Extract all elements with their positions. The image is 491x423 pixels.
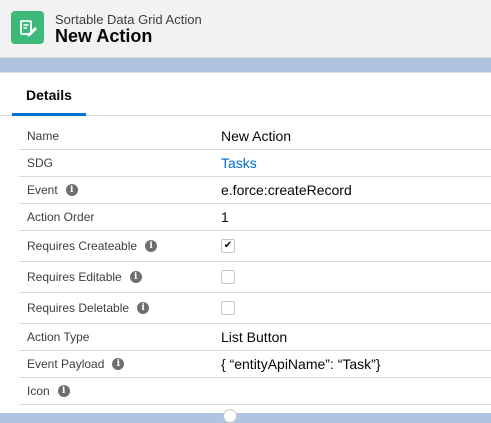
field-list: Name New Action SDG Tasks Event i e.force… [19,123,491,405]
field-row-action-type: Action Type List Button [19,324,491,351]
field-value-requires-deletable [221,293,235,323]
field-value-action-order: 1 [221,209,229,225]
tab-bar: Details [0,73,491,116]
field-label: Action Order [27,210,95,224]
field-row-requires-createable: Requires Createable i ✔ [19,231,491,262]
details-card: Details Name New Action SDG Tasks Event i… [0,72,491,413]
field-row-action-order: Action Order 1 [19,204,491,231]
field-label: Action Type [27,330,90,344]
field-label: Requires Editable i [27,262,142,292]
page-background-band [0,58,491,72]
checkbox-partial-offscreen [223,409,237,423]
field-row-icon: Icon i [19,378,491,405]
field-value-event: e.force:createRecord [221,182,352,198]
info-icon[interactable]: i [112,358,125,370]
field-label: Requires Createable i [27,231,158,261]
sdg-link[interactable]: Tasks [221,150,257,176]
field-row-requires-deletable: Requires Deletable i [19,293,491,324]
info-icon[interactable]: i [137,302,150,314]
field-value-requires-editable [221,262,235,292]
field-label: SDG [27,156,54,170]
field-row-sdg: SDG Tasks [19,150,491,177]
field-label: Event i [27,177,78,203]
record-title: New Action [55,26,153,46]
field-label: Name [27,129,60,143]
checkbox-unchecked [221,270,235,284]
field-label: Event Payload i [27,351,125,377]
object-type-label: Sortable Data Grid Action [55,12,202,27]
checkbox-unchecked [221,301,235,315]
info-icon[interactable]: i [57,385,70,397]
field-value-action-type: List Button [221,329,288,345]
info-icon[interactable]: i [145,240,158,252]
info-icon[interactable]: i [129,271,142,283]
field-value-event-payload: { “entityApiName”: “Task”} [221,356,381,372]
record-header: Sortable Data Grid Action New Action [0,0,491,58]
field-row-name: Name New Action [19,123,491,150]
field-row-requires-editable: Requires Editable i [19,262,491,293]
field-row-event: Event i e.force:createRecord [19,177,491,204]
info-icon[interactable]: i [65,184,78,196]
field-label: Icon i [27,378,70,404]
checkmark-icon: ✔ [223,240,233,251]
checkbox-checked: ✔ [221,239,235,253]
edit-record-icon [11,11,44,44]
field-row-event-payload: Event Payload i { “entityApiName”: “Task”… [19,351,491,378]
tab-details[interactable]: Details [12,73,86,116]
field-label: Requires Deletable i [27,293,150,323]
field-value-requires-createable: ✔ [221,231,235,261]
field-value-name: New Action [221,128,292,144]
